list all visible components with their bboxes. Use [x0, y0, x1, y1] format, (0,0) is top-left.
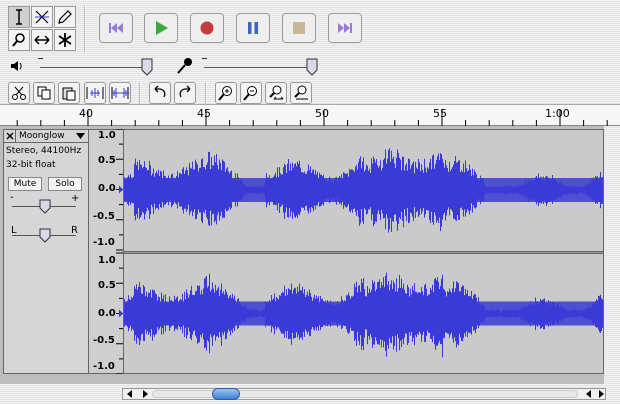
time-shift-tool[interactable] — [31, 29, 53, 51]
waveform-channel-left — [124, 148, 603, 233]
ruler-label-40: 40 — [79, 107, 93, 120]
mute-button[interactable]: Mute — [8, 177, 42, 191]
input-volume-track[interactable] — [204, 67, 314, 68]
paste-button[interactable] — [58, 82, 80, 104]
play-button[interactable] — [144, 13, 178, 43]
asterisk-icon — [58, 33, 72, 47]
undo-button[interactable] — [149, 82, 171, 104]
gain-plus-label: + — [71, 193, 80, 204]
waveform-channel-right — [124, 272, 603, 358]
ruler-label-1-00: 1:00 — [545, 107, 570, 120]
triangle-down-icon — [76, 133, 85, 139]
skip-start-button[interactable] — [99, 13, 133, 43]
zoom-tool[interactable] — [8, 29, 30, 51]
edit-separator-2 — [205, 82, 207, 104]
copy-button[interactable] — [33, 82, 55, 104]
output-volume-slider[interactable] — [141, 58, 153, 76]
fit-selection-button[interactable] — [265, 82, 287, 104]
gain-slider[interactable] — [39, 199, 51, 214]
speaker-icon — [11, 61, 22, 71]
ruler-ticks — [16, 110, 608, 126]
copy-icon — [37, 86, 51, 100]
output-volume-track[interactable] — [40, 67, 148, 68]
microphone-icon — [177, 58, 192, 74]
output-volume-min-tick — [38, 58, 43, 59]
zoom-fit-project-icon — [294, 85, 308, 100]
selection-tool[interactable] — [8, 6, 30, 28]
scroll-right-small-icon[interactable] — [141, 390, 149, 398]
ruler-label-50: 50 — [315, 107, 329, 120]
input-volume-slider[interactable] — [306, 58, 318, 76]
envelope-icon — [35, 10, 49, 24]
skip-end-icon — [338, 23, 352, 33]
pause-button[interactable] — [236, 13, 270, 43]
ruler-label-45: 45 — [197, 107, 211, 120]
silence-button[interactable] — [109, 82, 131, 104]
undo-icon — [154, 85, 166, 98]
paste-icon — [62, 87, 76, 101]
solo-button[interactable]: Solo — [48, 177, 82, 191]
draw-tool[interactable] — [54, 6, 76, 28]
silence-icon — [111, 87, 129, 99]
scroll-left-end-icon[interactable] — [585, 390, 593, 398]
stop-icon — [293, 22, 305, 34]
pencil-icon — [58, 10, 72, 24]
zoom-in-button[interactable] — [215, 82, 237, 104]
magnifier-icon — [12, 33, 25, 47]
scroll-left-icon[interactable] — [126, 390, 134, 398]
envelope-tool[interactable] — [31, 6, 53, 28]
scrollbar-thumb[interactable] — [212, 388, 240, 400]
zoom-fit-selection-icon — [269, 85, 284, 100]
trim-button[interactable] — [84, 82, 106, 104]
ruler-label-55: 55 — [433, 107, 447, 120]
play-icon — [156, 21, 168, 35]
double-arrow-icon — [34, 35, 50, 45]
track-name-menu[interactable]: Moonglow — [16, 130, 88, 143]
track-close-button[interactable] — [4, 130, 16, 143]
trim-icon — [86, 87, 104, 99]
scissors-icon — [12, 86, 26, 100]
ibeam-icon — [16, 9, 22, 25]
stop-button[interactable] — [282, 13, 316, 43]
redo-icon — [179, 85, 191, 98]
input-volume-min-tick — [202, 58, 207, 59]
gain-minus-label: - — [10, 192, 14, 203]
track-format: Stereo, 44100Hz — [6, 146, 82, 156]
scroll-right-icon[interactable] — [597, 390, 605, 398]
pan-slider[interactable] — [39, 228, 51, 243]
zoom-out-button[interactable] — [240, 82, 262, 104]
track-name: Moonglow — [19, 131, 65, 141]
edit-separator-1 — [139, 82, 141, 104]
skip-end-button[interactable] — [328, 13, 362, 43]
record-icon — [200, 21, 214, 35]
waveform-display[interactable] — [123, 129, 604, 374]
record-button[interactable] — [190, 13, 224, 43]
zoom-in-icon — [218, 86, 232, 101]
fit-project-button[interactable] — [290, 82, 312, 104]
cut-button[interactable] — [8, 82, 30, 104]
redo-button[interactable] — [174, 82, 196, 104]
multi-tool[interactable] — [54, 29, 76, 51]
zoom-out-icon — [243, 86, 257, 101]
toolbar-separator — [84, 6, 86, 52]
track-bit-depth: 32-bit float — [6, 160, 56, 170]
pause-icon — [248, 22, 258, 34]
close-icon — [6, 132, 13, 140]
skip-start-icon — [109, 23, 123, 33]
